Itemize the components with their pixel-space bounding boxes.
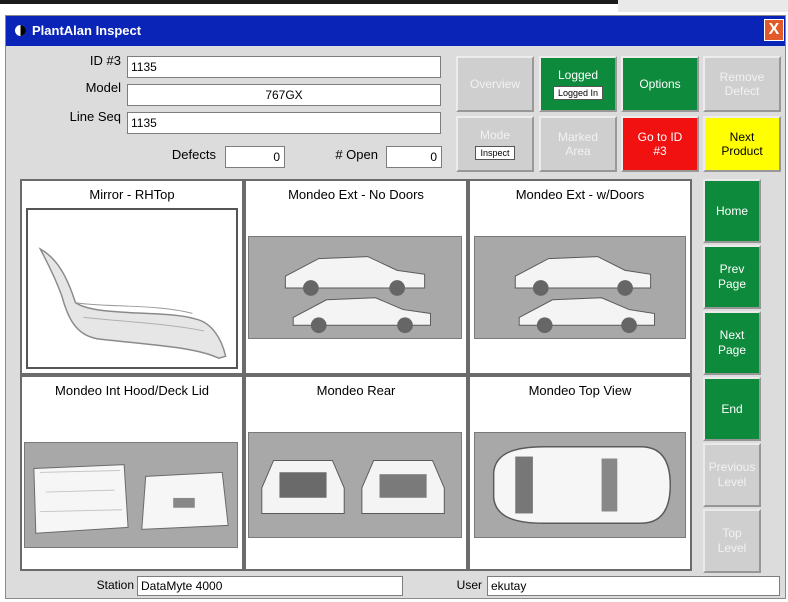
tile-title: Mirror - RHTop bbox=[89, 187, 175, 202]
tile-mondeo-int-hood-deck-lid[interactable]: Mondeo Int Hood/Deck Lid bbox=[20, 375, 244, 571]
window-title: PlantAlan Inspect bbox=[32, 23, 142, 38]
marked-area-label-1: Marked bbox=[557, 129, 598, 144]
logged-label: Logged bbox=[557, 68, 599, 83]
next-product-label-1: Next bbox=[729, 129, 755, 144]
top-strip-dark bbox=[0, 0, 618, 4]
tile-title: Mondeo Int Hood/Deck Lid bbox=[55, 383, 209, 398]
overview-label: Overview bbox=[469, 76, 520, 91]
car-body-drawing bbox=[284, 256, 431, 334]
mondeo-ext-no-doors-image bbox=[248, 236, 462, 339]
station-label: Station bbox=[96, 578, 134, 592]
tile-title: Mondeo Ext - No Doors bbox=[288, 187, 424, 202]
prev-page-label-1: Prev bbox=[719, 262, 745, 276]
car-doors-drawing bbox=[514, 256, 656, 334]
previous-level-button[interactable]: Previous Level bbox=[703, 443, 761, 507]
top-strip bbox=[0, 0, 788, 12]
remove-defect-label-2: Defect bbox=[724, 84, 760, 98]
mode-button[interactable]: Mode Inspect bbox=[456, 116, 534, 172]
logged-status-box: Logged In bbox=[552, 85, 604, 100]
mode-status-box: Inspect bbox=[475, 145, 515, 160]
id-field[interactable]: 1135 bbox=[127, 56, 441, 78]
mondeo-hood-deck-image bbox=[24, 442, 238, 548]
tile-title: Mondeo Top View bbox=[528, 383, 632, 398]
next-page-button[interactable]: Next Page bbox=[703, 311, 761, 375]
next-page-label-2: Page bbox=[717, 343, 747, 357]
open-field[interactable]: 0 bbox=[386, 146, 442, 168]
line-seq-field[interactable]: 1135 bbox=[127, 112, 441, 134]
user-label: User bbox=[456, 578, 482, 592]
app-window: PlantAlan Inspect X ID #3 1135 Model 767… bbox=[5, 15, 786, 599]
defects-label: Defects bbox=[171, 147, 216, 162]
options-label: Options bbox=[639, 76, 681, 91]
mondeo-rear-image bbox=[248, 432, 462, 538]
goto-id-label-2: #3 bbox=[653, 144, 667, 158]
goto-id-button[interactable]: Go to ID #3 bbox=[621, 116, 699, 172]
top-strip-gray bbox=[618, 0, 788, 12]
mirror-image bbox=[26, 208, 238, 369]
next-page-label-1: Next bbox=[719, 328, 745, 342]
user-field: ekutay bbox=[487, 576, 780, 596]
line-seq-label: Line Seq bbox=[69, 109, 121, 124]
tile-mondeo-ext-w-doors[interactable]: Mondeo Ext - w/Doors bbox=[468, 179, 692, 375]
remove-defect-button[interactable]: Remove Defect bbox=[703, 56, 781, 112]
app-icon bbox=[15, 25, 26, 36]
options-button[interactable]: Options bbox=[621, 56, 699, 112]
next-product-button[interactable]: Next Product bbox=[703, 116, 781, 172]
prev-page-label-2: Page bbox=[717, 277, 747, 291]
logged-button[interactable]: Logged Logged In bbox=[539, 56, 617, 112]
station-field: DataMyte 4000 bbox=[137, 576, 403, 596]
home-label: Home bbox=[715, 203, 748, 218]
hood-deck-drawing bbox=[33, 464, 229, 534]
tile-title: Mondeo Rear bbox=[316, 383, 396, 398]
mode-label: Mode bbox=[479, 128, 511, 143]
image-tile-grid: Mirror - RHTop Mondeo Ext - No Doors Mon… bbox=[20, 179, 704, 572]
tile-mondeo-top-view[interactable]: Mondeo Top View bbox=[468, 375, 692, 571]
previous-level-label-1: Previous bbox=[708, 460, 756, 474]
close-icon: X bbox=[768, 21, 780, 38]
marked-area-label-2: Area bbox=[565, 144, 591, 158]
open-label: # Open bbox=[335, 147, 378, 162]
end-button[interactable]: End bbox=[703, 377, 761, 441]
mirror-drawing bbox=[38, 247, 227, 360]
id-label: ID #3 bbox=[89, 53, 121, 68]
overview-button[interactable]: Overview bbox=[456, 56, 534, 112]
tile-mondeo-rear[interactable]: Mondeo Rear bbox=[244, 375, 468, 571]
tile-mirror-rhtop[interactable]: Mirror - RHTop bbox=[20, 179, 244, 375]
mondeo-top-view-image bbox=[474, 432, 686, 538]
defects-field[interactable]: 0 bbox=[225, 146, 285, 168]
next-product-label-2: Product bbox=[721, 144, 763, 158]
title-bar: PlantAlan Inspect X bbox=[6, 16, 785, 46]
tile-mondeo-ext-no-doors[interactable]: Mondeo Ext - No Doors bbox=[244, 179, 468, 375]
prev-page-button[interactable]: Prev Page bbox=[703, 245, 761, 309]
mondeo-ext-w-doors-image bbox=[474, 236, 686, 339]
model-label: Model bbox=[85, 80, 121, 95]
home-button[interactable]: Home bbox=[703, 179, 761, 243]
marked-area-button[interactable]: Marked Area bbox=[539, 116, 617, 172]
model-field[interactable]: 767GX bbox=[127, 84, 441, 106]
top-level-button[interactable]: Top Level bbox=[703, 509, 761, 573]
close-button[interactable]: X bbox=[764, 19, 784, 41]
tile-title: Mondeo Ext - w/Doors bbox=[515, 187, 645, 202]
top-level-label-2: Level bbox=[717, 541, 747, 555]
top-view-drawing bbox=[492, 446, 672, 524]
end-label: End bbox=[721, 401, 743, 416]
previous-level-label-2: Level bbox=[717, 475, 747, 489]
rear-drawing bbox=[261, 459, 445, 514]
top-level-label-1: Top bbox=[722, 526, 742, 540]
remove-defect-label-1: Remove bbox=[719, 69, 765, 84]
goto-id-label-1: Go to ID bbox=[637, 129, 683, 144]
